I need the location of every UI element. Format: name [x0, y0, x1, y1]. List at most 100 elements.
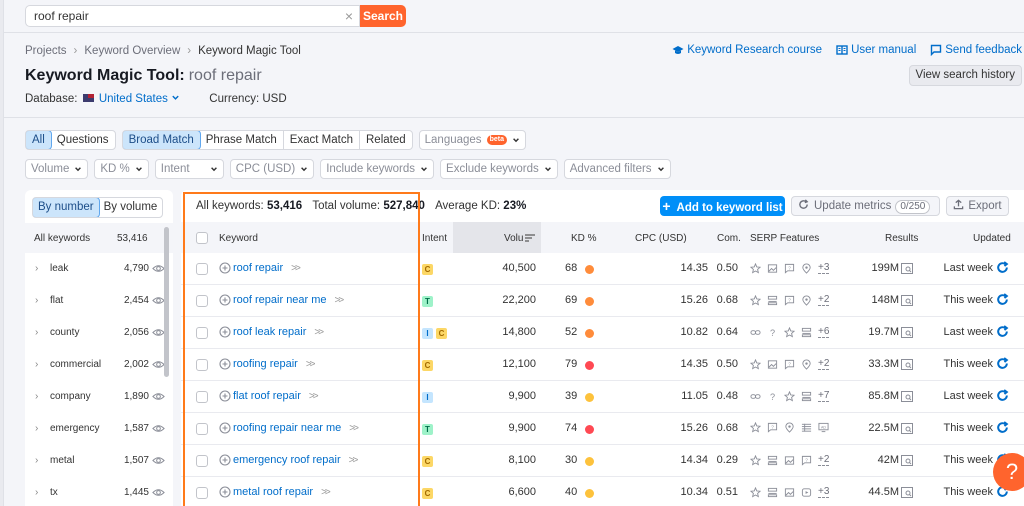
double-chevron-icon[interactable]: >> — [321, 487, 331, 498]
languages-dropdown[interactable]: Languages beta — [418, 130, 526, 150]
send-feedback-link[interactable]: Send feedback — [930, 44, 1022, 56]
chevron-right-icon[interactable]: › — [35, 391, 38, 402]
clear-icon[interactable]: × — [345, 8, 353, 24]
add-circle-icon[interactable] — [219, 262, 231, 274]
serp-view-icon[interactable] — [901, 423, 913, 434]
chevron-right-icon[interactable]: › — [35, 487, 38, 498]
chevron-right-icon[interactable]: › — [35, 455, 38, 466]
row-checkbox[interactable] — [196, 391, 208, 403]
exclude-keywords-filter[interactable]: Exclude keywords — [440, 159, 558, 179]
select-all-checkbox[interactable] — [196, 232, 208, 244]
row-checkbox[interactable] — [196, 487, 208, 499]
keyword-link[interactable]: flat roof repair >> — [219, 390, 318, 402]
double-chevron-icon[interactable]: >> — [306, 359, 316, 370]
user-manual-link[interactable]: User manual — [836, 44, 916, 56]
chevron-right-icon[interactable]: › — [35, 327, 38, 338]
breadcrumb-projects[interactable]: Projects — [25, 45, 67, 57]
serp-more-link[interactable]: +7 — [818, 390, 830, 402]
update-metrics-button[interactable]: Update metrics 0/250 — [791, 196, 940, 216]
add-circle-icon[interactable] — [219, 390, 231, 402]
eye-icon[interactable] — [152, 390, 165, 403]
refresh-icon[interactable] — [996, 421, 1009, 434]
refresh-icon[interactable] — [996, 261, 1009, 274]
keyword-link[interactable]: roofing repair near me >> — [219, 422, 359, 434]
row-checkbox[interactable] — [196, 327, 208, 339]
serp-view-icon[interactable] — [901, 487, 913, 498]
all-keywords-group[interactable]: All keywords 53,416 — [25, 223, 173, 253]
sidebar-group-company[interactable]: › company 1,890 — [25, 381, 165, 413]
sidebar-group-tx[interactable]: › tx 1,445 — [25, 477, 165, 506]
add-circle-icon[interactable] — [219, 326, 231, 338]
serp-view-icon[interactable] — [901, 359, 913, 370]
serp-view-icon[interactable] — [901, 455, 913, 466]
include-keywords-filter[interactable]: Include keywords — [320, 159, 435, 179]
eye-icon[interactable] — [152, 422, 165, 435]
sidebar-group-leak[interactable]: › leak 4,790 — [25, 253, 165, 285]
chevron-right-icon[interactable]: › — [35, 295, 38, 306]
add-to-keyword-list-button[interactable]: + Add to keyword list — [660, 196, 785, 216]
sidebar-group-county[interactable]: › county 2,056 — [25, 317, 165, 349]
add-circle-icon[interactable] — [219, 294, 231, 306]
column-keyword[interactable]: Keyword — [219, 233, 258, 244]
serp-more-link[interactable]: +3 — [818, 486, 830, 498]
tab-exact-match[interactable]: Exact Match — [284, 131, 360, 149]
tab-phrase-match[interactable]: Phrase Match — [200, 131, 284, 149]
serp-more-link[interactable]: +6 — [818, 326, 830, 338]
view-search-history-button[interactable]: View search history — [908, 65, 1022, 86]
tab-all[interactable]: All — [25, 131, 52, 149]
row-checkbox[interactable] — [196, 359, 208, 371]
add-circle-icon[interactable] — [219, 358, 231, 370]
search-input[interactable] — [34, 9, 334, 23]
add-circle-icon[interactable] — [219, 422, 231, 434]
keyword-link[interactable]: roof repair near me >> — [219, 294, 344, 306]
column-volume[interactable]: Volu — [504, 233, 536, 244]
keyword-research-course-link[interactable]: Keyword Research course — [672, 44, 822, 56]
serp-view-icon[interactable] — [901, 263, 913, 274]
by-number-toggle[interactable]: By number — [33, 198, 100, 217]
column-results[interactable]: Results — [885, 233, 918, 244]
sidebar-group-flat[interactable]: › flat 2,454 — [25, 285, 165, 317]
column-intent[interactable]: Intent — [422, 233, 447, 244]
breadcrumb-keyword-overview[interactable]: Keyword Overview — [84, 45, 180, 57]
refresh-icon[interactable] — [996, 357, 1009, 370]
tab-questions[interactable]: Questions — [51, 131, 115, 149]
column-kd[interactable]: KD % — [571, 233, 597, 244]
sidebar-scrollbar[interactable] — [164, 227, 169, 377]
sidebar-group-commercial[interactable]: › commercial 2,002 — [25, 349, 165, 381]
row-checkbox[interactable] — [196, 423, 208, 435]
advanced-filters[interactable]: Advanced filters — [563, 159, 671, 179]
chevron-right-icon[interactable]: › — [35, 359, 38, 370]
double-chevron-icon[interactable]: >> — [291, 263, 301, 274]
kd-filter[interactable]: KD % — [94, 159, 149, 179]
serp-more-link[interactable]: +2 — [818, 294, 830, 306]
refresh-icon[interactable] — [996, 389, 1009, 402]
tab-broad-match[interactable]: Broad Match — [122, 131, 201, 149]
double-chevron-icon[interactable]: >> — [349, 423, 359, 434]
serp-view-icon[interactable] — [901, 295, 913, 306]
refresh-icon[interactable] — [996, 325, 1009, 338]
row-checkbox[interactable] — [196, 295, 208, 307]
add-circle-icon[interactable] — [219, 486, 231, 498]
keyword-link[interactable]: roofing repair >> — [219, 358, 316, 370]
sidebar-group-metal[interactable]: › metal 1,507 — [25, 445, 165, 477]
keyword-link[interactable]: emergency roof repair >> — [219, 454, 359, 466]
serp-more-link[interactable]: +3 — [818, 262, 830, 274]
row-checkbox[interactable] — [196, 455, 208, 467]
serp-view-icon[interactable] — [901, 327, 913, 338]
sort-descending-icon[interactable] — [525, 234, 536, 242]
serp-more-link[interactable]: +2 — [818, 358, 830, 370]
cpc-filter[interactable]: CPC (USD) — [229, 159, 315, 179]
keyword-link[interactable]: roof repair >> — [219, 262, 301, 274]
eye-icon[interactable] — [152, 486, 165, 499]
column-com[interactable]: Com. — [717, 233, 741, 244]
database-selector[interactable]: United States — [99, 93, 180, 105]
chevron-right-icon[interactable]: › — [35, 263, 38, 274]
column-serp-features[interactable]: SERP Features — [750, 233, 819, 244]
keyword-link[interactable]: metal roof repair >> — [219, 486, 331, 498]
intent-filter[interactable]: Intent — [154, 159, 224, 179]
search-button[interactable]: Search — [360, 5, 406, 27]
double-chevron-icon[interactable]: >> — [349, 455, 359, 466]
keyword-link[interactable]: roof leak repair >> — [219, 326, 324, 338]
serp-view-icon[interactable] — [901, 391, 913, 402]
export-button[interactable]: Export — [946, 196, 1009, 216]
